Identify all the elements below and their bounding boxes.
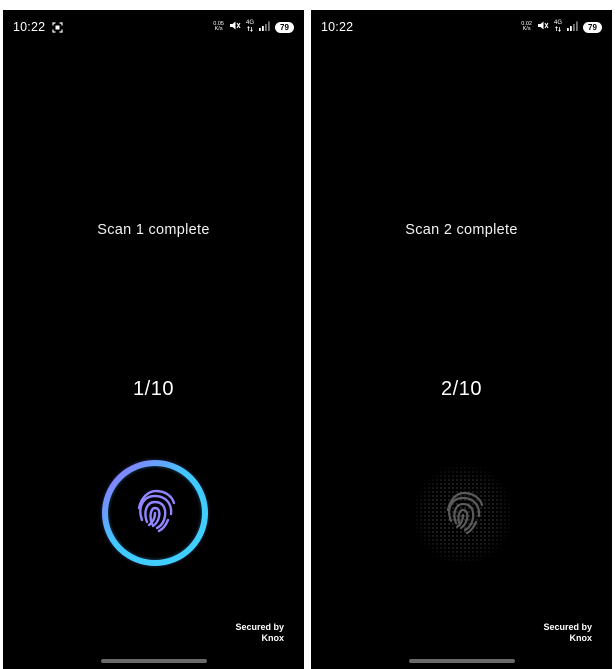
mute-icon <box>537 20 549 34</box>
signal-icon <box>259 20 270 34</box>
net-speed: 0.05 K/s <box>213 21 224 33</box>
status-time: 10:22 <box>13 20 46 34</box>
net-speed-unit: K/s <box>522 26 531 32</box>
knox-line-1: Secured by <box>235 622 284 632</box>
phone-screen-scan-2: 10:22 0.02 K/s 4G 79 Scan 2 complete 2/1… <box>311 10 612 669</box>
knox-line-1: Secured by <box>543 622 592 632</box>
fingerprint-sensor-area[interactable] <box>98 456 212 570</box>
network-indicator: 4G <box>246 20 254 34</box>
battery-indicator: 79 <box>275 21 294 33</box>
status-bar: 10:22 0.05 K/s 4G 79 <box>3 10 304 44</box>
status-icons: 0.02 K/s 4G 79 <box>521 20 602 34</box>
network-indicator: 4G <box>554 20 562 34</box>
fingerprint-ring <box>99 457 211 569</box>
scan-progress-counter: 2/10 <box>441 378 482 400</box>
battery-indicator: 79 <box>583 21 602 33</box>
status-time: 10:22 <box>321 20 354 34</box>
fingerprint-sensor-area[interactable] <box>411 462 515 566</box>
scan-status-title: Scan 1 complete <box>97 222 210 238</box>
scan-status-title: Scan 2 complete <box>405 222 518 238</box>
secured-by-knox: Secured by Knox <box>543 622 592 643</box>
screenshot-icon <box>52 21 63 33</box>
knox-line-2: Knox <box>261 632 285 643</box>
scan-progress-counter: 1/10 <box>133 378 174 400</box>
status-bar: 10:22 0.02 K/s 4G 79 <box>311 10 612 44</box>
signal-icon <box>567 20 578 34</box>
net-speed: 0.02 K/s <box>521 21 532 33</box>
gesture-home-bar[interactable] <box>100 659 207 663</box>
data-arrows-icon <box>247 26 253 34</box>
phone-screen-scan-1: 10:22 0.05 K/s 4G 79 Scan 1 complete 1/1… <box>3 10 304 669</box>
comparison-stage: 10:22 0.05 K/s 4G 79 Scan 1 complete 1/1… <box>0 0 616 669</box>
net-speed-unit: K/s <box>214 26 223 32</box>
fingerprint-dotted-area <box>413 464 513 564</box>
knox-line-2: Knox <box>569 632 593 643</box>
secured-by-knox: Secured by Knox <box>235 622 284 643</box>
status-icons: 0.05 K/s 4G 79 <box>213 20 294 34</box>
mute-icon <box>229 20 241 34</box>
gesture-home-bar[interactable] <box>408 659 515 663</box>
data-arrows-icon <box>555 26 561 34</box>
